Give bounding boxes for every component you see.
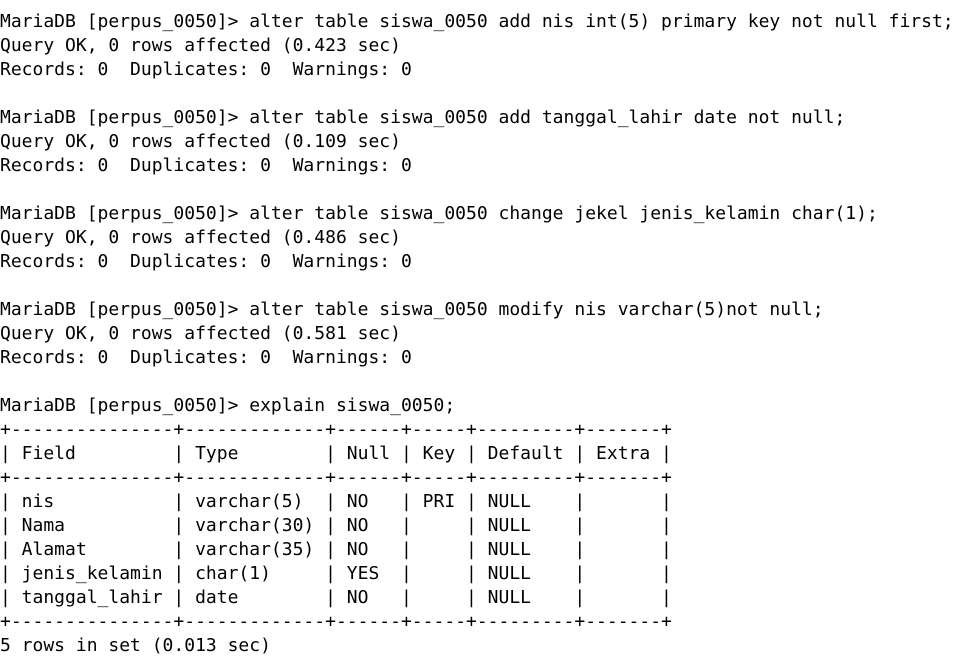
command-line: MariaDB [perpus_0050]> alter table siswa…: [0, 107, 846, 128]
table-row: | tanggal_lahir | date | NO | | NULL | |: [0, 587, 672, 608]
query-status-line: Query OK, 0 rows affected (0.423 sec): [0, 35, 401, 56]
command-line: MariaDB [perpus_0050]> alter table siswa…: [0, 299, 824, 320]
records-summary-line: Records: 0 Duplicates: 0 Warnings: 0: [0, 155, 412, 176]
table-header-row: | Field | Type | Null | Key | Default | …: [0, 443, 672, 464]
records-summary-line: Records: 0 Duplicates: 0 Warnings: 0: [0, 251, 412, 272]
command-line: MariaDB [perpus_0050]> explain siswa_005…: [0, 395, 456, 416]
command-line: MariaDB [perpus_0050]> alter table siswa…: [0, 203, 878, 224]
table-border: +---------------+-------------+------+--…: [0, 467, 672, 488]
table-border: +---------------+-------------+------+--…: [0, 419, 672, 440]
table-row: | jenis_kelamin | char(1) | YES | | NULL…: [0, 563, 672, 584]
records-summary-line: Records: 0 Duplicates: 0 Warnings: 0: [0, 59, 412, 80]
table-row: | nis | varchar(5) | NO | PRI | NULL | |: [0, 491, 672, 512]
query-status-line: Query OK, 0 rows affected (0.486 sec): [0, 227, 401, 248]
records-summary-line: Records: 0 Duplicates: 0 Warnings: 0: [0, 347, 412, 368]
table-border: +---------------+-------------+------+--…: [0, 611, 672, 632]
table-row: | Alamat | varchar(35) | NO | | NULL | |: [0, 539, 672, 560]
query-status-line: Query OK, 0 rows affected (0.109 sec): [0, 131, 401, 152]
command-line: MariaDB [perpus_0050]> alter table siswa…: [0, 11, 954, 32]
table-row: | Nama | varchar(30) | NO | | NULL | |: [0, 515, 672, 536]
result-summary-line: 5 rows in set (0.013 sec): [0, 635, 271, 656]
query-status-line: Query OK, 0 rows affected (0.581 sec): [0, 323, 401, 344]
terminal-output: MariaDB [perpus_0050]> alter table siswa…: [0, 10, 975, 658]
